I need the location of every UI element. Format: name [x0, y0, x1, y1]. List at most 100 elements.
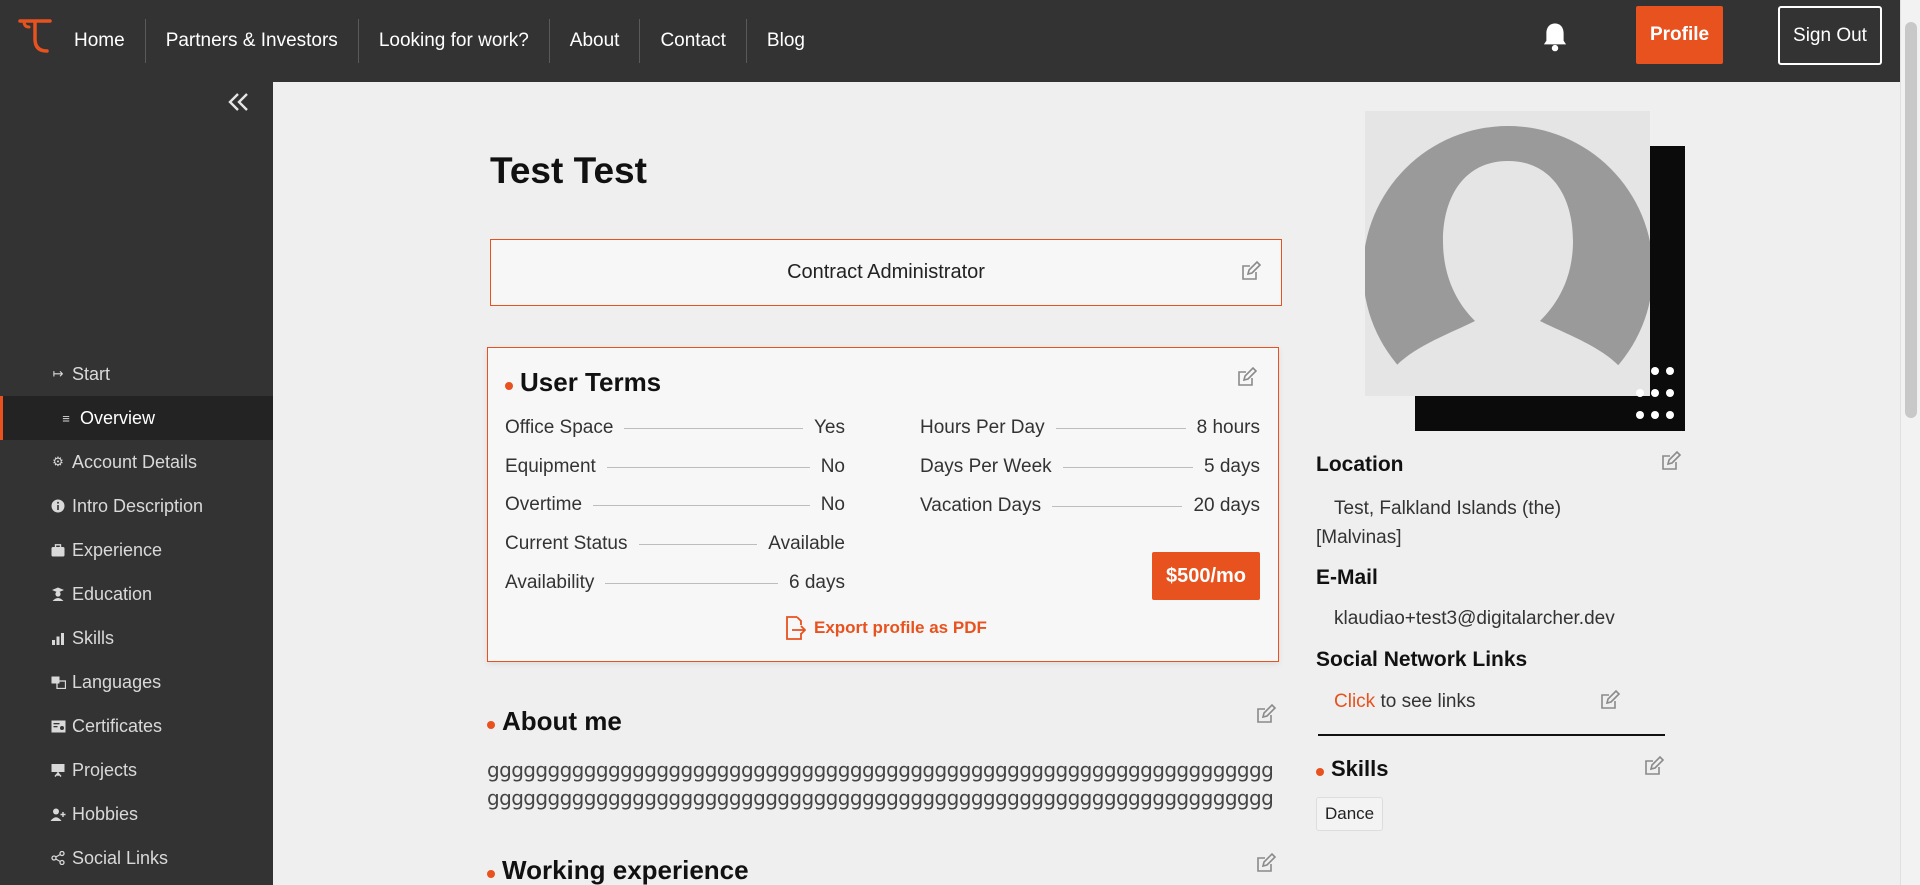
sidebar-item-start[interactable]: ↦ Start — [0, 352, 273, 396]
edit-icon[interactable] — [1255, 852, 1277, 874]
sidebar-item-label: Start — [72, 363, 111, 384]
skills-heading: Skills — [1316, 756, 1388, 782]
export-pdf-link[interactable]: Export profile as PDF — [784, 616, 987, 640]
click-link[interactable]: Click — [1334, 691, 1375, 712]
term-row: Days Per Week 5 days — [920, 454, 1260, 480]
profile-button[interactable]: Profile — [1636, 6, 1723, 64]
sidebar-item-label: Social Links — [72, 847, 169, 868]
bullet-dot — [505, 381, 513, 390]
leader-line — [606, 466, 810, 468]
social-links-label: Social Network Links — [1316, 648, 1528, 671]
term-label: Equipment — [505, 456, 596, 477]
sidebar-item-label: Certificates — [72, 715, 163, 736]
price-badge: $500/mo — [1152, 552, 1260, 600]
skill-tag: Dance — [1316, 797, 1384, 831]
scrollbar[interactable] — [1900, 0, 1920, 885]
sidebar-item-social-links[interactable]: Social Links — [0, 836, 273, 880]
term-label: Days Per Week — [920, 456, 1052, 477]
sign-out-button[interactable]: Sign Out — [1778, 6, 1882, 65]
term-value: 8 hours — [1196, 417, 1260, 438]
sidebar: ↦ Start ≡ Overview ⚙ Account Details Int… — [0, 82, 273, 885]
sidebar-item-education[interactable]: Education — [0, 572, 273, 616]
term-value: No — [820, 494, 845, 515]
bullet-dot — [1316, 768, 1324, 776]
edit-icon[interactable] — [1236, 366, 1258, 388]
bar-chart-icon — [50, 630, 66, 646]
leader-line — [1052, 505, 1183, 507]
sidebar-item-label: Overview — [80, 407, 156, 428]
sidebar-menu: ↦ Start ≡ Overview ⚙ Account Details Int… — [0, 352, 273, 880]
arrow-right-to-bar-icon: ↦ — [52, 366, 64, 381]
chevrons-left-icon[interactable] — [224, 88, 252, 116]
leader-line — [593, 504, 810, 506]
nav-partners-investors[interactable]: Partners & Investors — [146, 19, 359, 63]
term-row: Availability 6 days — [505, 570, 845, 596]
edit-icon[interactable] — [1599, 689, 1621, 711]
certificate-icon — [50, 718, 66, 734]
term-label: Vacation Days — [920, 495, 1042, 516]
sidebar-item-label: Experience — [72, 539, 163, 560]
sidebar-item-label: Skills — [72, 627, 115, 648]
edit-icon[interactable] — [1643, 755, 1665, 777]
user-terms-heading: User Terms — [505, 367, 661, 398]
email-value: klaudiao+test3@digitalarcher.dev — [1334, 608, 1615, 629]
sidebar-item-languages[interactable]: Languages — [0, 660, 273, 704]
share-icon — [50, 850, 66, 866]
sidebar-item-label: Languages — [72, 671, 162, 692]
sidebar-item-overview[interactable]: ≡ Overview — [0, 396, 273, 440]
location-value: Test, Falkland Islands (the) [Malvinas] — [1316, 498, 1562, 548]
leader-line — [1062, 466, 1194, 468]
bell-icon[interactable] — [1540, 21, 1570, 53]
edit-icon[interactable] — [1255, 703, 1277, 725]
edit-icon[interactable] — [1660, 450, 1682, 472]
nav-contact[interactable]: Contact — [640, 19, 747, 63]
avatar[interactable] — [1365, 111, 1685, 431]
gear-icon: ⚙ — [52, 454, 64, 469]
job-title: Contract Administrator — [787, 261, 985, 283]
leader-line — [624, 427, 803, 429]
term-value: 5 days — [1204, 456, 1260, 477]
working-experience-heading: Working experience — [487, 855, 749, 885]
translate-icon — [50, 674, 66, 690]
nav-about[interactable]: About — [550, 19, 641, 63]
scrollbar-thumb[interactable] — [1905, 22, 1917, 418]
leader-line — [605, 582, 779, 584]
term-value: 6 days — [789, 572, 845, 593]
edit-icon[interactable] — [1240, 260, 1262, 282]
term-value: Available — [768, 533, 845, 554]
term-label: Office Space — [505, 417, 614, 438]
term-row: Vacation Days 20 days — [920, 493, 1260, 519]
about-title: About me — [502, 706, 622, 736]
about-heading: About me — [487, 706, 622, 737]
export-pdf-label: Export profile as PDF — [814, 618, 987, 637]
sidebar-item-skills[interactable]: Skills — [0, 616, 273, 660]
main-nav: Home Partners & Investors Looking for wo… — [56, 12, 825, 70]
sidebar-item-label: Hobbies — [72, 803, 139, 824]
term-value: 20 days — [1193, 495, 1260, 516]
nav-blog[interactable]: Blog — [747, 19, 825, 63]
nav-looking-for-work[interactable]: Looking for work? — [359, 19, 550, 63]
logo-icon[interactable] — [18, 17, 52, 55]
sidebar-item-account-details[interactable]: ⚙ Account Details — [0, 440, 273, 484]
graduate-icon — [50, 586, 66, 602]
about-text: gggggggggggggggggggggggggggggggggggggggg… — [487, 758, 1274, 810]
sidebar-item-projects[interactable]: Projects — [0, 748, 273, 792]
info-icon — [50, 498, 66, 514]
presentation-icon — [50, 762, 66, 778]
sidebar-item-hobbies[interactable]: Hobbies — [0, 792, 273, 836]
sidebar-item-intro-description[interactable]: Intro Description — [0, 484, 273, 528]
nav-home[interactable]: Home — [56, 19, 146, 63]
sidebar-item-experience[interactable]: Experience — [0, 528, 273, 572]
briefcase-icon — [50, 542, 66, 558]
user-terms-title: User Terms — [520, 367, 662, 397]
list-icon: ≡ — [62, 410, 70, 426]
sidebar-item-label: Intro Description — [72, 495, 204, 516]
working-experience-title: Working experience — [502, 855, 749, 885]
social-links-rest: to see links — [1375, 691, 1476, 712]
term-label: Current Status — [505, 533, 628, 554]
profile-name: Test Test — [490, 150, 647, 191]
sidebar-item-certificates[interactable]: Certificates — [0, 704, 273, 748]
user-plus-icon — [50, 806, 66, 822]
leader-line — [638, 543, 758, 545]
term-row: Hours Per Day 8 hours — [920, 415, 1260, 441]
